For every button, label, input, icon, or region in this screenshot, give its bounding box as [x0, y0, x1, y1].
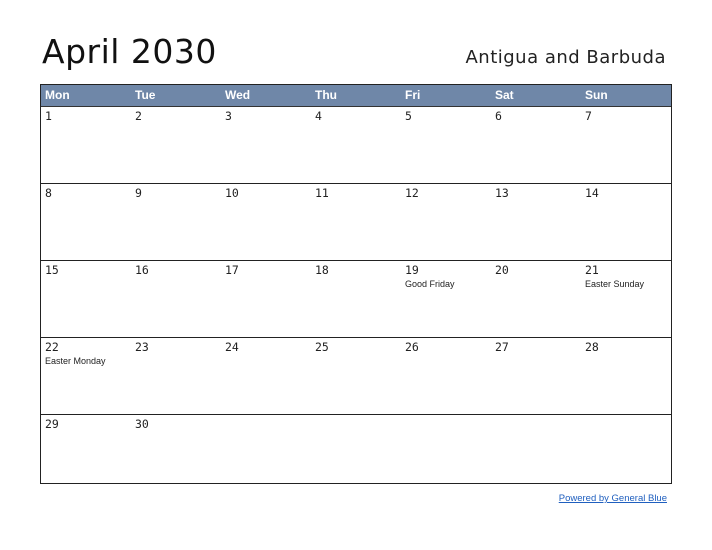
week-row: 8 9 10 11 12 13 14 — [41, 184, 671, 261]
weekday-header: Mon Tue Wed Thu Fri Sat Sun — [41, 85, 671, 107]
week-row: 22 Easter Monday 23 24 25 26 27 28 — [41, 338, 671, 415]
day-cell — [401, 415, 491, 491]
day-number: 5 — [405, 109, 412, 123]
day-cell: 21 Easter Sunday — [581, 261, 671, 337]
day-cell: 22 Easter Monday — [41, 338, 131, 414]
weekday-sat: Sat — [495, 88, 514, 102]
day-number: 10 — [225, 186, 239, 200]
day-cell: 7 — [581, 107, 671, 183]
weekday-thu: Thu — [315, 88, 337, 102]
day-cell: 4 — [311, 107, 401, 183]
day-cell: 23 — [131, 338, 221, 414]
day-cell: 11 — [311, 184, 401, 260]
day-cell: 3 — [221, 107, 311, 183]
day-number: 25 — [315, 340, 329, 354]
day-number: 3 — [225, 109, 232, 123]
day-cell: 6 — [491, 107, 581, 183]
holiday-label: Easter Sunday — [585, 279, 645, 289]
day-number: 26 — [405, 340, 419, 354]
day-cell: 28 — [581, 338, 671, 414]
week-row: 1 2 3 4 5 6 7 — [41, 107, 671, 184]
day-number: 27 — [495, 340, 509, 354]
day-cell: 25 — [311, 338, 401, 414]
day-number: 29 — [45, 417, 59, 431]
day-cell: 16 — [131, 261, 221, 337]
day-number: 7 — [585, 109, 592, 123]
weekday-mon: Mon — [45, 88, 70, 102]
day-cell: 30 — [131, 415, 221, 491]
day-number: 11 — [315, 186, 329, 200]
day-number: 20 — [495, 263, 509, 277]
weeks-container: 1 2 3 4 5 6 7 8 9 10 11 12 13 14 15 16 17 18 19 Good Friday… — [41, 107, 671, 491]
month-title: April 2030 — [42, 32, 217, 71]
day-number: 17 — [225, 263, 239, 277]
day-cell: 29 — [41, 415, 131, 491]
day-number: 28 — [585, 340, 599, 354]
calendar-grid: Mon Tue Wed Thu Fri Sat Sun 1 2 3 4 5 6 7 8 9 10 1… — [40, 84, 672, 484]
day-cell — [221, 415, 311, 491]
day-number: 15 — [45, 263, 59, 277]
day-number: 6 — [495, 109, 502, 123]
weekday-tue: Tue — [135, 88, 156, 102]
week-row: 29 30 — [41, 415, 671, 491]
day-number: 21 — [585, 263, 599, 277]
day-cell: 26 — [401, 338, 491, 414]
day-cell: 9 — [131, 184, 221, 260]
day-cell: 10 — [221, 184, 311, 260]
day-cell: 17 — [221, 261, 311, 337]
day-cell: 18 — [311, 261, 401, 337]
weekday-fri: Fri — [405, 88, 421, 102]
day-cell: 13 — [491, 184, 581, 260]
day-number: 2 — [135, 109, 142, 123]
day-cell: 14 — [581, 184, 671, 260]
powered-by-link[interactable]: Powered by General Blue — [559, 493, 667, 504]
day-number: 19 — [405, 263, 419, 277]
day-cell: 2 — [131, 107, 221, 183]
day-cell — [311, 415, 401, 491]
day-number: 13 — [495, 186, 509, 200]
day-number: 12 — [405, 186, 419, 200]
day-number: 16 — [135, 263, 149, 277]
day-number: 8 — [45, 186, 52, 200]
day-cell: 15 — [41, 261, 131, 337]
day-number: 18 — [315, 263, 329, 277]
holiday-label: Good Friday — [405, 279, 455, 289]
day-number: 22 — [45, 340, 59, 354]
day-cell: 19 Good Friday — [401, 261, 491, 337]
holiday-label: Easter Monday — [45, 356, 106, 366]
day-cell: 8 — [41, 184, 131, 260]
day-cell: 1 — [41, 107, 131, 183]
day-cell: 5 — [401, 107, 491, 183]
weekday-sun: Sun — [585, 88, 608, 102]
country-name: Antigua and Barbuda — [465, 47, 666, 68]
day-number: 4 — [315, 109, 322, 123]
weekday-wed: Wed — [225, 88, 251, 102]
day-cell: 20 — [491, 261, 581, 337]
day-number: 9 — [135, 186, 142, 200]
day-cell — [581, 415, 671, 491]
day-cell: 12 — [401, 184, 491, 260]
day-number: 14 — [585, 186, 599, 200]
week-row: 15 16 17 18 19 Good Friday 20 21 Easter Sunday — [41, 261, 671, 338]
day-cell — [491, 415, 581, 491]
day-number: 30 — [135, 417, 149, 431]
day-number: 24 — [225, 340, 239, 354]
day-cell: 24 — [221, 338, 311, 414]
day-number: 23 — [135, 340, 149, 354]
day-cell: 27 — [491, 338, 581, 414]
day-number: 1 — [45, 109, 52, 123]
